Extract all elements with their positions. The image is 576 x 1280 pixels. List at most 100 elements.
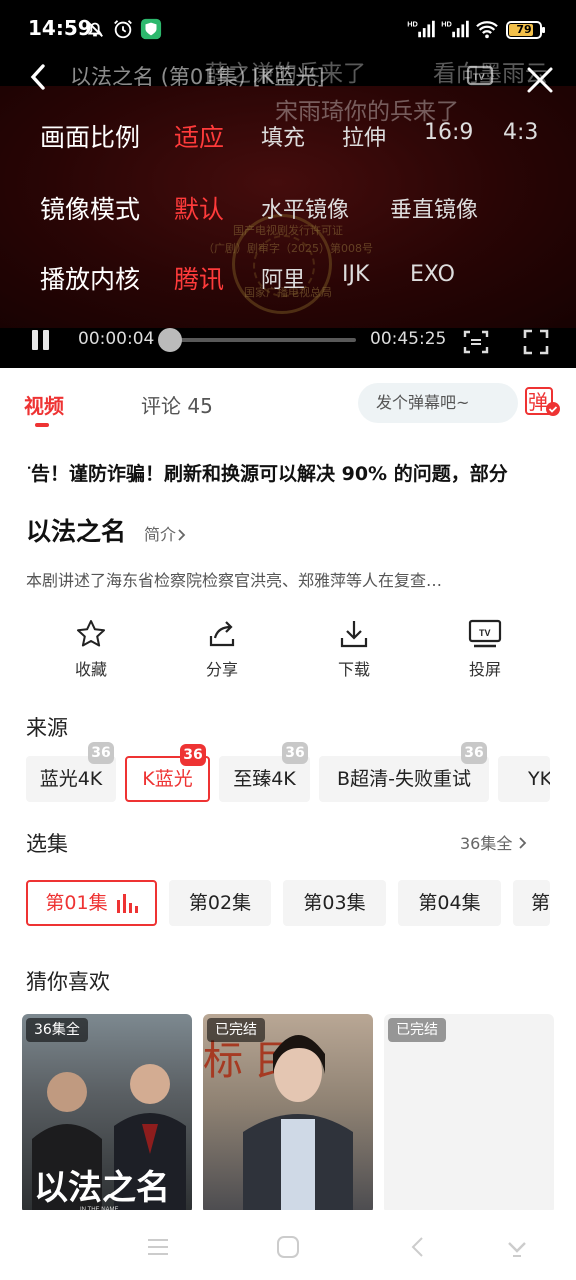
current-time: 00:00:04	[78, 329, 155, 349]
mirror-option-horizontal[interactable]: 水平镜像	[261, 192, 349, 224]
pause-button[interactable]	[28, 328, 54, 354]
video-player[interactable]: 国产电视剧发行许可证 （广剧）剧审字（2025）第008号 国家广播电视总局 1…	[0, 0, 576, 368]
cellular-signal-1-icon: HD	[407, 19, 435, 38]
episodes-total-link[interactable]: 36集全	[460, 830, 529, 854]
intro-label: 简介	[144, 525, 177, 544]
close-icon[interactable]	[524, 64, 556, 96]
recommend-card[interactable]: 已完结	[384, 1014, 554, 1214]
player-core-label: 播放内核	[40, 265, 141, 294]
download-button[interactable]: 下载	[309, 618, 399, 680]
poster-image: 标 民	[203, 1035, 353, 1214]
source-label: K蓝光	[142, 768, 193, 790]
aspect-option-fill[interactable]: 填充	[261, 120, 305, 152]
video-title: 以法之名 (第01集) [K蓝光]	[70, 65, 325, 89]
svg-text:TV: TV	[473, 72, 485, 82]
aspect-option-fit[interactable]: 适应	[174, 118, 224, 154]
source-count-badge: 36	[461, 742, 487, 764]
back-button[interactable]	[24, 60, 54, 94]
source-chip[interactable]: B超清-失败重试 36	[319, 742, 489, 802]
alarm-icon	[114, 20, 132, 39]
keyboard-hide-icon[interactable]	[504, 1234, 530, 1260]
cast-button[interactable]: TV 投屏	[440, 618, 530, 680]
poster-image: 以法之名 IN THE NAME	[32, 1064, 186, 1214]
episode-chip[interactable]: 第02集	[169, 880, 271, 926]
episode-chip[interactable]: 第04集	[398, 880, 501, 926]
favorite-label: 收藏	[74, 660, 107, 679]
svg-text:HD: HD	[441, 19, 452, 28]
aspect-option-16-9[interactable]: 16:9	[424, 120, 473, 145]
episode-chip[interactable]: 第03集	[283, 880, 386, 926]
show-title: 以法之名	[26, 517, 127, 546]
download-icon	[340, 621, 368, 648]
share-label: 分享	[205, 660, 238, 679]
recommend-badge: 已完结	[388, 1018, 446, 1042]
episode-label: 第03集	[303, 892, 366, 914]
intro-link[interactable]: 简介	[144, 521, 188, 545]
svg-text:TV: TV	[479, 628, 491, 638]
clock: 14:59	[28, 16, 92, 40]
player-controls: 00:00:04 00:45:25	[0, 320, 576, 360]
cast-icon[interactable]: TV	[466, 64, 494, 90]
synopsis: 本剧讲述了海东省检察院检察官洪亮、郑雅萍等人在复查…	[26, 571, 443, 590]
episodes-total: 36集全	[460, 834, 513, 853]
recommend-badge: 36集全	[26, 1018, 88, 1042]
source-chip-active[interactable]: K蓝光 36	[125, 744, 210, 802]
mirror-option-vertical[interactable]: 垂直镜像	[390, 192, 478, 224]
system-nav-bar	[0, 1210, 576, 1280]
aspect-option-stretch[interactable]: 拉伸	[342, 120, 386, 152]
mirror-option-default[interactable]: 默认	[174, 190, 224, 226]
episode-label: 第01集	[45, 892, 108, 914]
svg-text:HD: HD	[407, 19, 418, 28]
tab-comments[interactable]: 评论 45	[141, 390, 213, 419]
core-option-ali[interactable]: 阿里	[261, 262, 305, 294]
total-time: 00:45:25	[370, 329, 447, 349]
download-label: 下载	[337, 660, 370, 679]
bell-off-icon	[87, 21, 103, 37]
detail-tabs: 视频 评论 45 发个弹幕吧~ 弹	[0, 368, 576, 436]
screenshot-icon[interactable]	[462, 328, 490, 356]
notice-text: 广告！谨防诈骗！刷新和换源可以解决 90% 的问题，部分	[28, 463, 508, 485]
recommend-card[interactable]: 以法之名 IN THE NAME 36集全	[22, 1014, 192, 1214]
episode-label: 第	[531, 892, 550, 914]
aspect-ratio-row: 画面比例 适应 填充 拉伸 16:9 4:3	[0, 118, 576, 158]
mirror-mode-row: 镜像模式 默认 水平镜像 垂直镜像	[0, 190, 576, 230]
chevron-right-icon	[519, 837, 527, 849]
fullscreen-icon[interactable]	[522, 328, 550, 356]
favorite-button[interactable]: 收藏	[46, 618, 136, 680]
tab-indicator	[35, 423, 49, 427]
shield-app-icon	[140, 18, 162, 40]
sources-heading: 来源	[26, 716, 68, 740]
danmu-toggle-glyph: 弹	[528, 390, 548, 414]
tv-icon: TV	[468, 619, 502, 648]
episode-chip-active[interactable]: 第01集	[26, 880, 157, 926]
progress-bar[interactable]	[164, 338, 356, 342]
source-count-badge: 36	[180, 744, 206, 766]
core-option-exo[interactable]: EXO	[410, 262, 455, 287]
cast-label: 投屏	[468, 660, 501, 679]
battery-icon: 79	[506, 21, 545, 39]
source-count-badge: 36	[282, 742, 308, 764]
source-chip[interactable]: YK	[498, 756, 550, 802]
battery-percent: 79	[516, 23, 532, 36]
source-label: B超清-失败重试	[337, 768, 471, 790]
core-option-ijk[interactable]: IJK	[342, 262, 369, 287]
core-option-tencent[interactable]: 腾讯	[174, 260, 224, 296]
source-label: 蓝光4K	[39, 768, 103, 790]
back-nav-icon[interactable]	[405, 1234, 431, 1260]
home-icon[interactable]	[275, 1234, 301, 1260]
share-button[interactable]: 分享	[177, 618, 267, 680]
menu-icon[interactable]	[145, 1234, 171, 1260]
recommend-heading: 猜你喜欢	[26, 970, 110, 994]
playing-equalizer-icon	[116, 894, 138, 913]
tab-video[interactable]: 视频	[24, 390, 64, 419]
source-chip[interactable]: 至臻4K 36	[219, 742, 310, 802]
source-chip[interactable]: 蓝光4K 36	[26, 742, 116, 802]
episode-chip[interactable]: 第	[513, 880, 550, 926]
notice-marquee: 广告！谨防诈骗！刷新和换源可以解决 90% 的问题，部分	[28, 456, 546, 492]
progress-thumb[interactable]	[158, 328, 182, 352]
danmu-input[interactable]: 发个弹幕吧~	[358, 383, 518, 423]
status-bar: 14:59 HD HD 79	[0, 0, 576, 60]
danmu-toggle-icon[interactable]: 弹	[525, 386, 561, 418]
aspect-option-4-3[interactable]: 4:3	[503, 120, 538, 145]
recommend-card[interactable]: 标 民 已完结	[203, 1014, 373, 1214]
